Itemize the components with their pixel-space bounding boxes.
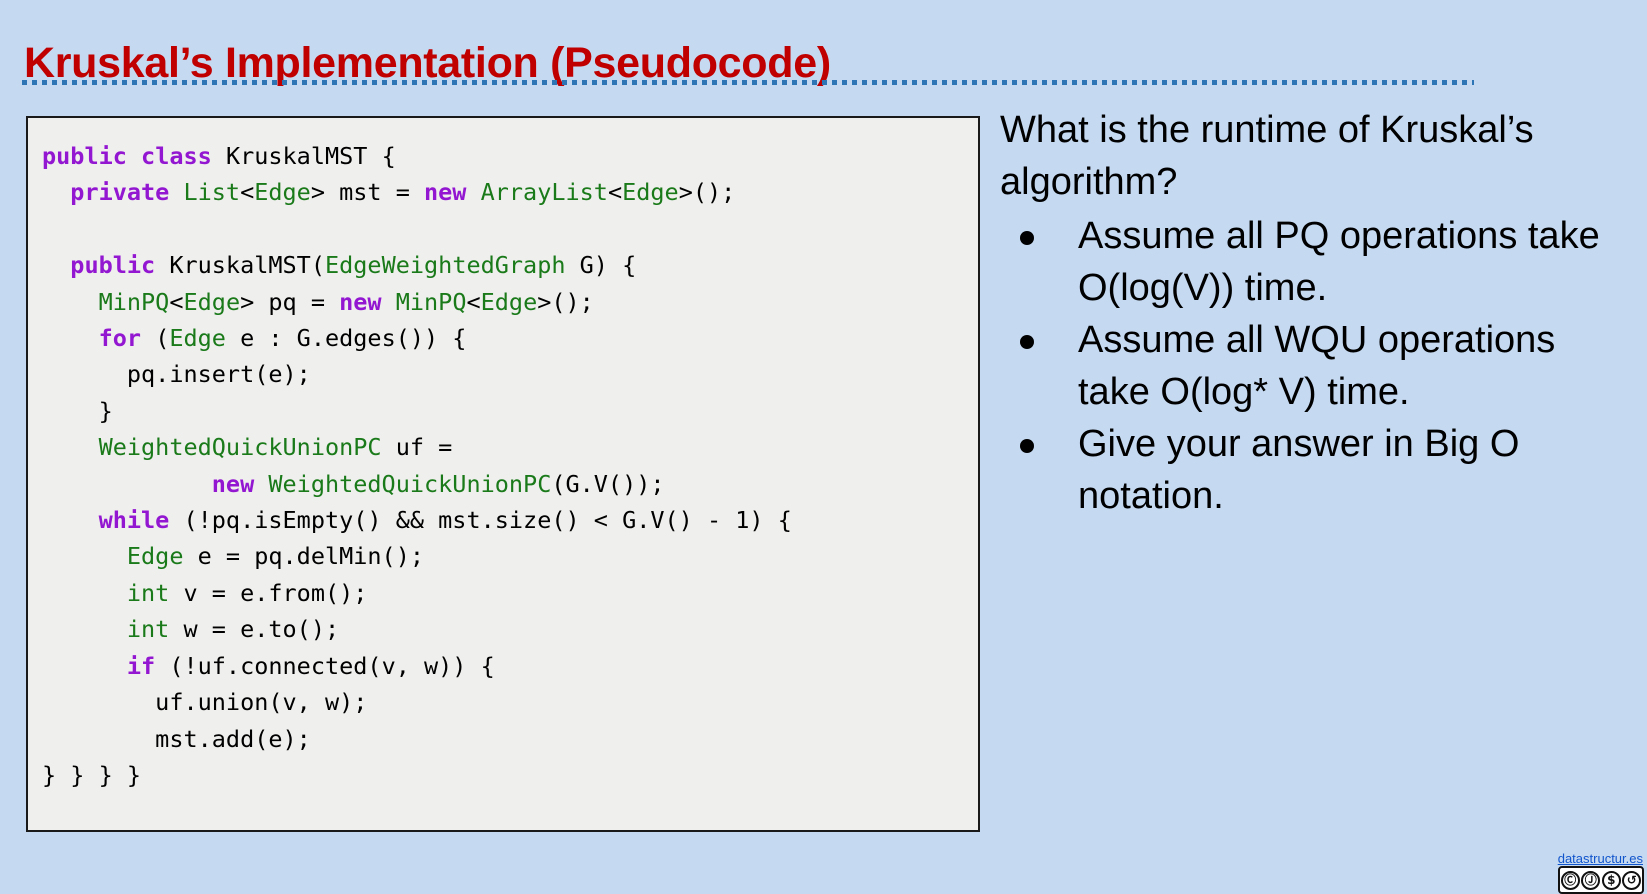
code-token: new [339,287,396,316]
cc-nc-icon: $ [1601,870,1621,890]
code-token: (G.V()); [551,469,665,498]
code-token: v = e.from(); [169,578,368,607]
code-token: < [607,178,623,207]
code-token: new [424,178,481,207]
code-token: for [98,324,156,353]
assumption-bullet-list: Assume all PQ operations take O(log(V)) … [1000,210,1630,522]
code-token: uf = [381,433,453,462]
cc-cc-icon: Ⓒ [1560,870,1580,890]
code-token: Edge [622,178,679,207]
code-token: Edge [126,542,184,571]
code-token: public [70,251,170,280]
code-token: (!uf.connected(v, w)) { [169,651,495,680]
assumption-bullet-label: Assume all WQU operations take O(log* V)… [1078,319,1556,413]
assumption-bullet: Assume all WQU operations take O(log* V)… [1000,314,1630,418]
code-token: >(); [678,178,736,207]
pseudocode-block: public class KruskalMST { private List<E… [28,118,978,793]
code-token: >(); [537,287,594,316]
code-token: private [70,178,184,207]
code-token: while [98,506,184,535]
cc-sa-icon: ↺ [1622,870,1642,890]
code-token: Edge [480,287,538,316]
code-token: < [240,178,255,207]
code-token: > pq = [240,287,340,316]
code-token: pq.insert(e); [42,360,311,389]
code-token: int [126,615,170,644]
code-token: KruskalMST( [169,251,325,280]
assumption-bullet-label: Give your answer in Big O notation. [1078,423,1520,517]
code-token: e = pq.delMin(); [183,542,425,571]
code-token: ArrayList [480,178,608,207]
code-token: int [126,578,170,607]
code-token: < [169,287,184,316]
code-token: Edge [183,287,241,316]
question-panel: What is the runtime of Kruskal’s algorit… [1000,104,1630,522]
code-token: e : G.edges()) { [225,324,467,353]
code-panel: public class KruskalMST { private List<E… [26,116,980,832]
code-token: class [141,142,226,170]
code-token: Edge [169,324,226,353]
code-token: G) { [565,251,637,280]
code-token: MinPQ [98,287,170,316]
cc-by-icon: Ⓙ [1581,870,1601,890]
question-heading: What is the runtime of Kruskal’s algorit… [1000,109,1534,203]
code-token: List [183,178,241,207]
code-token: uf.union(v, w); [42,688,368,717]
code-token: } [42,396,113,425]
code-token: EdgeWeightedGraph [324,251,566,280]
bullet-dot-icon [1020,231,1034,245]
code-token: < [466,287,481,316]
code-token: WeightedQuickUnionPC [98,433,382,462]
code-token: if [126,651,170,680]
code-token: MinPQ [395,287,467,316]
assumption-bullet: Assume all PQ operations take O(log(V)) … [1000,210,1630,314]
code-token: (!pq.isEmpty() && mst.size() < G.V() - 1… [183,506,792,535]
attribution-link[interactable]: datastructur.es [1558,851,1643,866]
code-token: ( [155,324,170,353]
creative-commons-badge-icon: Ⓒ Ⓙ $ ↺ [1558,866,1644,894]
code-token: > mst = [310,178,425,207]
assumption-bullet: Give your answer in Big O notation. [1000,418,1630,522]
assumption-bullet-label: Assume all PQ operations take O(log(V)) … [1078,215,1600,309]
code-token: } } } } [42,760,142,789]
code-token: w = e.to(); [169,615,340,644]
bullet-dot-icon [1020,439,1034,453]
code-token: public [42,142,142,170]
code-token: mst.add(e); [42,724,311,753]
title-divider [22,80,1474,85]
code-token: WeightedQuickUnionPC [268,469,552,498]
code-token: Edge [254,178,311,207]
code-token: new [211,469,269,498]
code-token: KruskalMST { [225,142,396,170]
bullet-dot-icon [1020,335,1034,349]
